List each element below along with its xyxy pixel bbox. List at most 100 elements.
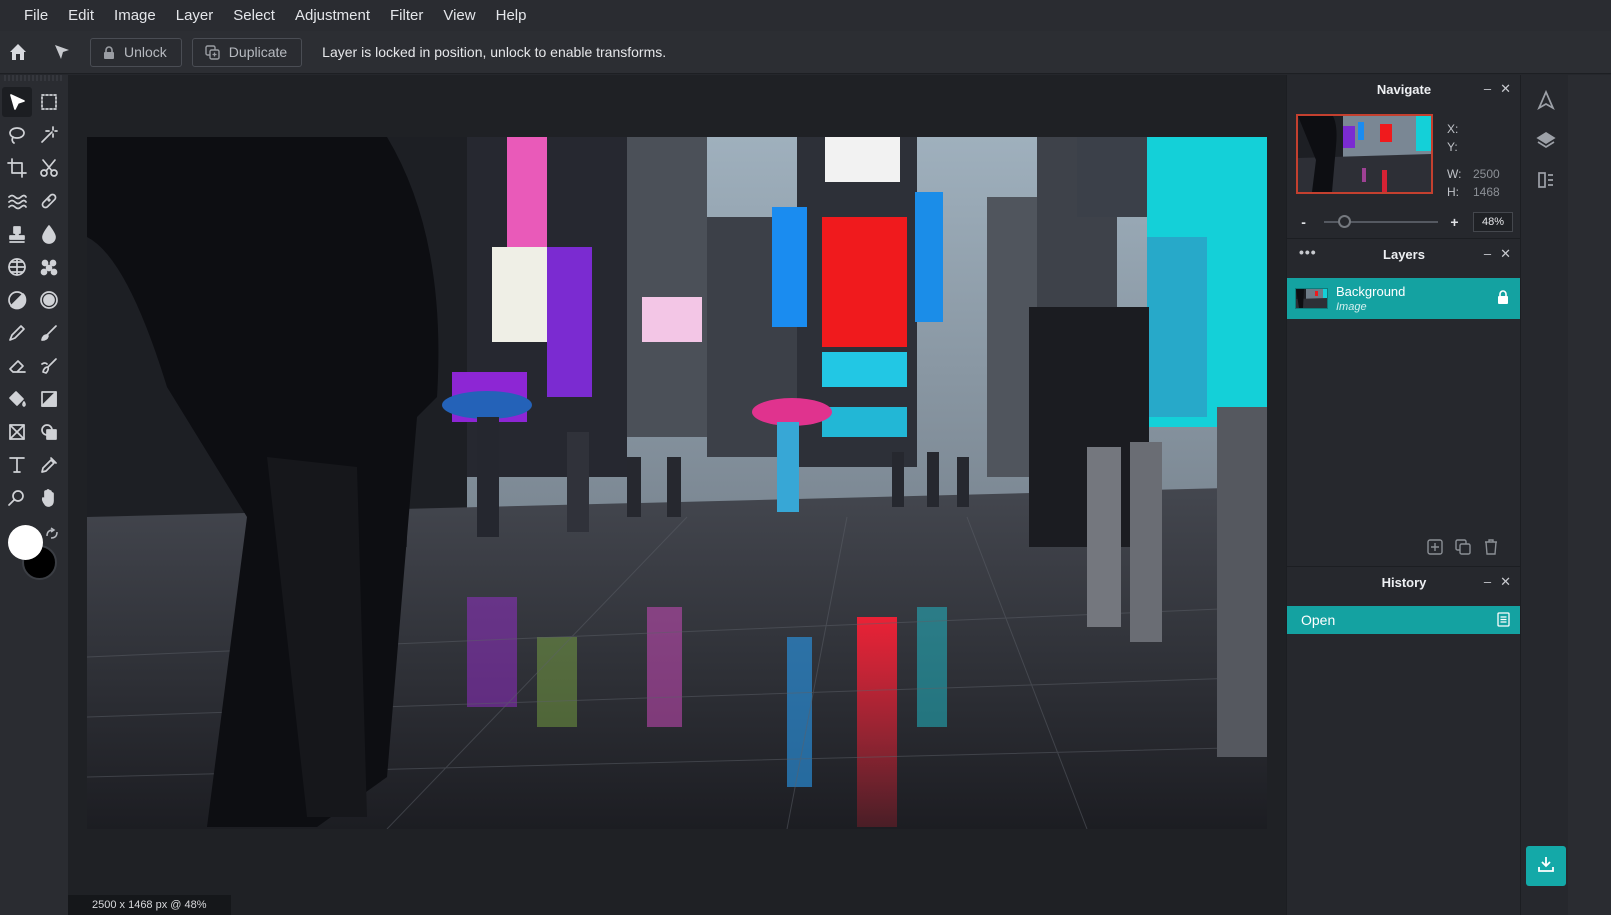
lock-message: Layer is locked in position, unlock to e…	[322, 44, 667, 60]
sponge-tool[interactable]	[34, 252, 64, 282]
smudge-tool[interactable]	[34, 351, 64, 381]
blur-tool[interactable]	[34, 219, 64, 249]
delete-layer-icon[interactable]	[1483, 539, 1499, 560]
minimize-icon[interactable]: –	[1484, 246, 1491, 262]
marquee-tool[interactable]	[34, 87, 64, 117]
zoom-controls: - + 48%	[1297, 211, 1513, 233]
document-icon	[1497, 612, 1510, 632]
zoom-slider-knob[interactable]	[1338, 215, 1352, 228]
minimize-icon[interactable]: –	[1484, 81, 1491, 97]
city-street-photo	[87, 137, 1267, 829]
menu-filter[interactable]: Filter	[380, 0, 433, 31]
menu-view[interactable]: View	[433, 0, 485, 31]
dodge-burn-tool[interactable]	[2, 285, 32, 315]
menu-select[interactable]: Select	[223, 0, 285, 31]
close-icon[interactable]: ✕	[1500, 246, 1511, 262]
cut-tool[interactable]	[34, 153, 64, 183]
navigator-thumbnail[interactable]	[1296, 114, 1433, 194]
crop-tool[interactable]	[2, 153, 32, 183]
move-tool[interactable]	[2, 87, 32, 117]
panel-divider	[1287, 238, 1521, 239]
options-bar: Unlock Duplicate Layer is locked in posi…	[0, 31, 1611, 74]
width-label: W:	[1447, 167, 1462, 181]
duplicate-layer-icon[interactable]	[1455, 539, 1471, 560]
pattern-tool[interactable]	[2, 252, 32, 282]
history-panel-header: History – ✕	[1287, 568, 1521, 596]
zoom-slider[interactable]	[1324, 215, 1438, 228]
lock-icon[interactable]	[1497, 290, 1509, 309]
menu-adjustment[interactable]: Adjustment	[285, 0, 380, 31]
eraser-tool[interactable]	[2, 351, 32, 381]
width-value: 2500	[1473, 167, 1500, 181]
toolbar-grip[interactable]	[4, 75, 64, 81]
right-panels: Navigate – ✕ X: Y: W: 2500 H: 1468 - + 48%	[1286, 75, 1521, 915]
layer-actions	[1427, 539, 1499, 560]
lasso-tool[interactable]	[2, 120, 32, 150]
frame-tool[interactable]	[2, 417, 32, 447]
menu-image[interactable]: Image	[104, 0, 166, 31]
layer-name: Background	[1336, 284, 1406, 299]
history-title: History	[1381, 574, 1427, 590]
navigate-panel-header: Navigate – ✕	[1287, 75, 1521, 103]
more-options-icon[interactable]: •••	[1299, 244, 1317, 260]
healing-tool[interactable]	[34, 186, 64, 216]
y-label: Y:	[1447, 140, 1458, 154]
history-panel-icon[interactable]	[1533, 167, 1559, 193]
x-label: X:	[1447, 122, 1459, 136]
pencil-tool[interactable]	[2, 318, 32, 348]
eyedropper-tool[interactable]	[34, 450, 64, 480]
minimize-icon[interactable]: –	[1484, 574, 1491, 590]
zoom-out-button[interactable]: -	[1297, 214, 1310, 230]
menu-bar: File Edit Image Layer Select Adjustment …	[0, 0, 1611, 31]
close-icon[interactable]: ✕	[1500, 574, 1511, 590]
liquify-tool[interactable]	[2, 186, 32, 216]
tools-panel	[0, 75, 68, 915]
navigate-panel-controls: – ✕	[1484, 81, 1511, 97]
image-canvas[interactable]	[87, 137, 1267, 829]
navigate-panel-icon[interactable]	[1533, 87, 1559, 113]
history-item-open[interactable]: Open	[1287, 606, 1521, 634]
zoom-value-field[interactable]: 48%	[1473, 212, 1513, 232]
brush-tool[interactable]	[34, 318, 64, 348]
text-tool[interactable]	[2, 450, 32, 480]
height-value: 1468	[1473, 185, 1500, 199]
layers-panel-icon[interactable]	[1533, 127, 1559, 153]
menu-file[interactable]: File	[14, 0, 58, 31]
duplicate-button-label: Duplicate	[228, 44, 288, 60]
navigate-title: Navigate	[1376, 81, 1432, 97]
add-layer-icon[interactable]	[1427, 539, 1443, 560]
clone-stamp-tool[interactable]	[2, 219, 32, 249]
shape-tool[interactable]	[34, 417, 64, 447]
history-item-label: Open	[1301, 612, 1336, 628]
move-tool-icon[interactable]	[44, 34, 80, 70]
menu-help[interactable]: Help	[486, 0, 537, 31]
outer-right-gutter	[1568, 75, 1611, 915]
home-icon[interactable]	[0, 34, 36, 70]
zoom-tool[interactable]	[2, 483, 32, 513]
panel-toggle-strip	[1520, 75, 1568, 915]
close-icon[interactable]: ✕	[1500, 81, 1511, 97]
swap-colors-icon[interactable]	[45, 527, 59, 546]
foreground-color-swatch[interactable]	[8, 525, 43, 560]
layers-panel-header: ••• Layers – ✕	[1287, 240, 1521, 268]
unlock-button[interactable]: Unlock	[90, 37, 182, 67]
download-button[interactable]	[1526, 846, 1566, 886]
gradient-tool[interactable]	[34, 384, 64, 414]
menu-layer[interactable]: Layer	[166, 0, 224, 31]
hand-tool[interactable]	[34, 483, 64, 513]
canvas-area[interactable]: 2500 x 1468 px @ 48%	[68, 75, 1286, 915]
layer-item-background[interactable]: Background Image	[1287, 278, 1521, 319]
paint-bucket-tool[interactable]	[2, 384, 32, 414]
magic-wand-tool[interactable]	[34, 120, 64, 150]
adjust-tool[interactable]	[34, 285, 64, 315]
height-label: H:	[1447, 185, 1459, 199]
duplicate-button[interactable]: Duplicate	[191, 37, 303, 67]
layer-thumbnail	[1295, 288, 1328, 309]
download-icon	[1536, 854, 1556, 879]
menu-edit[interactable]: Edit	[58, 0, 104, 31]
panel-divider	[1287, 566, 1521, 567]
zoom-in-button[interactable]: +	[1448, 214, 1461, 230]
layer-type: Image	[1336, 301, 1367, 313]
unlock-button-label: Unlock	[124, 44, 167, 60]
history-panel-controls: – ✕	[1484, 574, 1511, 590]
